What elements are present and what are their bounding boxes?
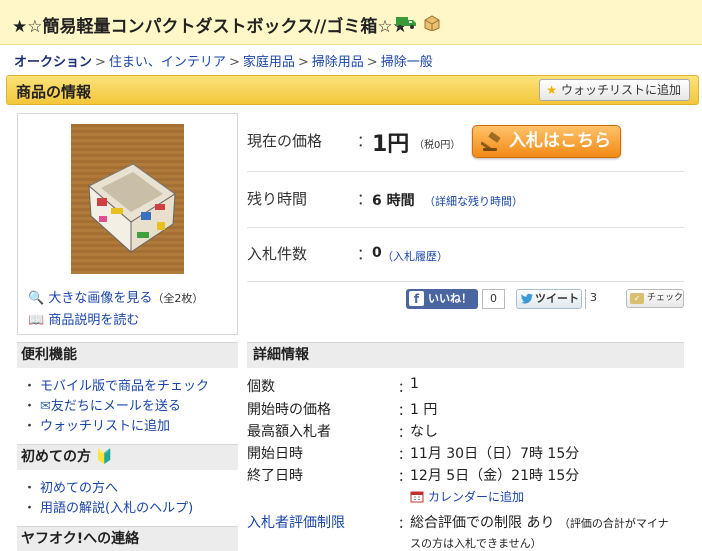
sidebar-contact-header: ヤフオク!への連絡 xyxy=(17,526,238,551)
twitter-bird-icon xyxy=(521,293,533,304)
magnifier-icon: 🔍 xyxy=(28,291,45,306)
bullet: ・ xyxy=(23,399,37,414)
remaining-colon: ： xyxy=(357,190,373,208)
detail-value-quantity: 1 xyxy=(410,376,419,392)
current-price: 1円 xyxy=(372,132,410,157)
bullet: ・ xyxy=(23,379,37,394)
breadcrumb-separator: > xyxy=(228,55,240,70)
check-label: チェック xyxy=(647,293,684,303)
facebook-icon: f xyxy=(409,291,424,306)
bid-history-link[interactable]: （入札履歴） xyxy=(382,248,448,264)
detail-value-start-price: 1 円 xyxy=(410,402,438,418)
detail-value-start-date: 11月 30日（日）7時 15分 xyxy=(410,446,580,462)
check-icon: ✓ xyxy=(630,293,644,304)
bid-count: 0 xyxy=(372,245,382,261)
breadcrumb-cleaning[interactable]: 掃除用品 xyxy=(312,55,364,70)
image-count: （全2枚） xyxy=(152,292,204,305)
detail-value-top-bidder: なし xyxy=(410,424,438,440)
detail-label-end-date: 終了日時 xyxy=(247,468,303,484)
sidebar-item-watchlist-label: ウォッチリストに追加 xyxy=(40,419,171,434)
package-icon xyxy=(424,15,440,31)
sidebar-item-first-time[interactable]: ・初めての方へ xyxy=(23,477,118,496)
truck-icon xyxy=(396,17,416,29)
remaining-label: 残り時間 xyxy=(247,190,308,208)
price-tax: （税0円） xyxy=(414,140,461,151)
sidebar-item-glossary[interactable]: ・用語の解説(入札のヘルプ) xyxy=(23,497,193,516)
divider xyxy=(247,171,684,172)
product-info-title: 商品の情報 xyxy=(16,83,92,101)
restriction-value: 総合評価での制限 あり xyxy=(410,515,555,531)
restriction-note-1: （評価の合計がマイナ xyxy=(558,517,669,530)
beginner-mark-icon: 🔰 xyxy=(95,449,114,465)
remaining-detail-link[interactable]: （詳細な残り時間） xyxy=(424,193,523,209)
enlarge-image-link[interactable]: 🔍 大きな画像を見る（全2枚） xyxy=(28,287,203,306)
sidebar-item-mail-label: 友だちにメールを送る xyxy=(50,399,181,414)
gavel-icon xyxy=(481,132,501,151)
detail-label-start-date: 開始日時 xyxy=(247,446,303,462)
add-to-calendar-link[interactable]: カレンダーに追加 xyxy=(410,488,524,505)
bullet: ・ xyxy=(23,481,37,496)
tweet-count: 3 xyxy=(585,289,601,309)
divider xyxy=(247,281,684,282)
breadcrumb-cleaning-general[interactable]: 掃除一般 xyxy=(381,55,433,70)
bid-button-label: 入札はこちら xyxy=(509,131,611,151)
breadcrumb-separator: > xyxy=(366,55,378,70)
bid-button[interactable]: 入札はこちら xyxy=(472,125,621,158)
detail-label-quantity: 個数 xyxy=(247,379,275,395)
like-count: 0 xyxy=(482,289,505,309)
calendar-icon xyxy=(410,491,424,503)
title-bar: ★☆簡易軽量コンパクトダストボックス//ゴミ箱☆★ xyxy=(0,0,702,45)
page-title: ★☆簡易軽量コンパクトダストボックス//ゴミ箱☆★ xyxy=(12,17,408,37)
breadcrumb-separator: > xyxy=(95,55,106,70)
details-header: 詳細情報 xyxy=(247,342,684,368)
sidebar-item-glossary-label: 用語の解説(入札のヘルプ) xyxy=(40,501,194,516)
tweet-label: ツイート xyxy=(535,292,579,305)
breadcrumb-auction[interactable]: オークション xyxy=(14,55,92,70)
book-icon: 📖 xyxy=(28,313,45,328)
bullet: ・ xyxy=(23,501,37,516)
price-label: 現在の価格 xyxy=(247,132,323,150)
like-label: いいね！ xyxy=(428,292,472,305)
sidebar-convenience-header: 便利機能 xyxy=(17,342,238,368)
check-button[interactable]: ✓ チェック xyxy=(626,289,684,308)
detail-value-restriction: 総合評価での制限 あり （評価の合計がマイナ xyxy=(410,512,669,532)
breadcrumb-home-interior[interactable]: 住まい、インテリア xyxy=(109,55,226,70)
add-to-calendar-label: カレンダーに追加 xyxy=(428,490,525,504)
restriction-note-2: スの方は入札できません） xyxy=(410,537,542,550)
sidebar-item-mobile[interactable]: ・モバイル版で商品をチェック xyxy=(23,375,209,394)
sidebar-item-mobile-label: モバイル版で商品をチェック xyxy=(40,379,210,394)
sidebar-item-mail[interactable]: ・ ✉友だちにメールを送る xyxy=(23,395,181,414)
bidder-rating-restriction-link[interactable]: 入札者評価制限 xyxy=(247,512,345,532)
price-colon: ： xyxy=(357,132,373,150)
product-image[interactable] xyxy=(71,124,184,274)
divider xyxy=(247,227,684,228)
read-description-link[interactable]: 📖 商品説明を読む xyxy=(28,309,139,328)
product-info-header: 商品の情報 ★ ウォッチリストに追加 xyxy=(6,75,699,105)
breadcrumb-separator: > xyxy=(297,55,309,70)
remaining-time: 6 時間 xyxy=(372,193,415,209)
detail-label-top-bidder: 最高額入札者 xyxy=(247,424,331,440)
enlarge-image-label: 大きな画像を見る xyxy=(48,291,153,306)
breadcrumb-household[interactable]: 家庭用品 xyxy=(243,55,295,70)
sidebar-beginners-title: 初めての方 xyxy=(21,449,91,465)
tweet-button[interactable]: ツイート xyxy=(516,289,582,309)
watchlist-add-button[interactable]: ★ ウォッチリストに追加 xyxy=(539,79,690,101)
detail-label-start-price: 開始時の価格 xyxy=(247,402,331,418)
read-description-label: 商品説明を読む xyxy=(48,313,140,328)
sidebar-item-watchlist[interactable]: ・ウォッチリストに追加 xyxy=(23,415,170,434)
sidebar-beginners-header: 初めての方 🔰 xyxy=(17,444,238,470)
bullet: ・ xyxy=(23,419,37,434)
bids-label: 入札件数 xyxy=(247,245,308,263)
sidebar-item-first-time-label: 初めての方へ xyxy=(40,481,119,496)
detail-value-end-date: 12月 5日（金）21時 15分 xyxy=(410,468,580,484)
product-image-panel: 🔍 大きな画像を見る（全2枚） 📖 商品説明を読む xyxy=(17,113,238,335)
bids-colon: ： xyxy=(357,245,373,263)
breadcrumb: オークション > 住まい、インテリア > 家庭用品 > 掃除用品 > 掃除一般 xyxy=(14,51,433,70)
facebook-like-button[interactable]: f いいね！ xyxy=(406,289,478,309)
watchlist-add-label: ウォッチリストに追加 xyxy=(560,83,681,97)
star-icon: ★ xyxy=(546,83,557,97)
mail-icon: ✉ xyxy=(40,399,51,414)
